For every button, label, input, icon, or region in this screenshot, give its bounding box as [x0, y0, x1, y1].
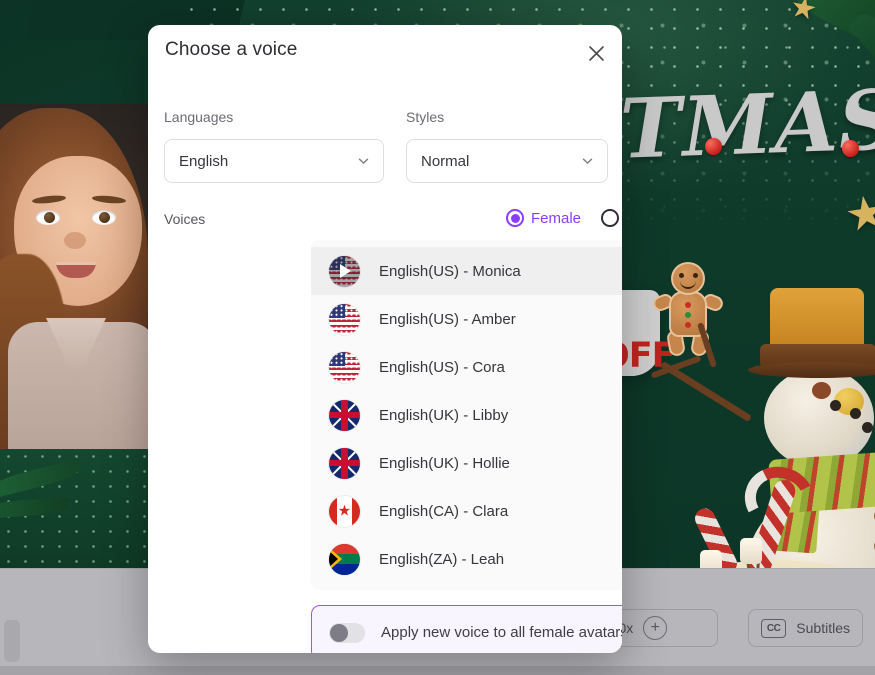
voice-name: English(UK) - Libby — [379, 406, 509, 424]
avatar-pupil — [99, 212, 110, 223]
flag-us-icon[interactable] — [329, 351, 360, 383]
flag-ca-icon[interactable]: ★ — [329, 495, 360, 527]
voice-list-item[interactable]: English(UK) - Libby ✓ — [311, 391, 622, 439]
choose-voice-dialog: Choose a voice Languages Styles English … — [148, 25, 622, 653]
voice-list-item[interactable]: English(ZA) - Leah — [311, 535, 622, 583]
flag-us-icon[interactable] — [329, 255, 360, 287]
avatar-pupil — [44, 212, 55, 223]
toolbar-left-handle[interactable] — [4, 620, 20, 662]
languages-label: Languages — [164, 109, 234, 125]
voice-name: English(CA) - Clara — [379, 502, 509, 520]
toolbar-bottom-strip — [0, 666, 875, 675]
voice-name: English(UK) - Hollie — [379, 454, 510, 472]
apply-to-all-toggle[interactable] — [329, 622, 365, 643]
voice-list[interactable]: English(US) - Monica Select English(US) … — [311, 240, 622, 590]
voice-name: English(ZA) - Leah — [379, 550, 505, 568]
voice-name: English(US) - Cora — [379, 358, 505, 376]
gender-filter-female-label: Female — [531, 209, 582, 227]
voice-list-item[interactable]: English(UK) - Hollie — [311, 439, 622, 487]
voice-name: English(US) - Monica — [379, 262, 521, 280]
close-icon[interactable] — [582, 39, 610, 67]
flag-za-icon[interactable] — [329, 543, 360, 575]
gold-star-icon: ★ — [841, 184, 875, 242]
gingerbread-man-icon — [650, 262, 726, 358]
flag-us-icon[interactable] — [329, 303, 360, 335]
flag-uk-icon[interactable] — [329, 447, 360, 479]
language-select-value: English — [179, 152, 229, 170]
gender-filter-male[interactable]: Male — [601, 209, 622, 227]
holly-berry-icon — [705, 138, 722, 155]
chevron-down-icon — [581, 155, 594, 168]
radio-icon — [601, 209, 620, 227]
flag-uk-icon[interactable] — [329, 399, 360, 431]
style-select-value: Normal — [421, 152, 470, 170]
subtitles-label: Subtitles — [796, 620, 850, 636]
voice-list-item[interactable]: English(US) - Cora — [311, 343, 622, 391]
gender-filter-female[interactable]: Female — [506, 209, 581, 227]
avatar-nose — [64, 232, 86, 249]
language-select[interactable]: English — [164, 139, 384, 183]
toggle-knob — [330, 623, 348, 642]
cc-icon: CC — [761, 618, 787, 638]
subtitles-button[interactable]: CC Subtitles — [748, 609, 863, 647]
voices-label: Voices — [164, 211, 206, 227]
app-root: STMAS ★ ★ ★ OFF — [0, 0, 875, 675]
gender-filter-group: Female Male Both — [506, 209, 622, 227]
marshmallow-icon — [740, 538, 762, 564]
apply-to-all-label: Apply new voice to all female avatars — [381, 624, 622, 641]
voice-list-item[interactable]: English(US) - Monica Select — [311, 247, 622, 295]
voice-list-item[interactable]: English(US) - Amber — [311, 295, 622, 343]
style-select[interactable]: Normal — [406, 139, 608, 183]
dialog-title: Choose a voice — [165, 39, 298, 60]
avatar-layer[interactable] — [0, 104, 148, 449]
radio-icon — [506, 209, 524, 227]
voice-name: English(US) - Amber — [379, 310, 516, 328]
play-icon[interactable] — [329, 255, 360, 287]
voice-list-item[interactable]: ★ English(CA) - Clara — [311, 487, 622, 535]
holly-berry-icon — [842, 140, 859, 157]
chevron-down-icon — [357, 155, 370, 168]
speed-increase-button[interactable]: + — [643, 616, 668, 640]
apply-to-all-row[interactable]: Apply new voice to all female avatars — [311, 605, 622, 653]
styles-label: Styles — [406, 109, 445, 125]
